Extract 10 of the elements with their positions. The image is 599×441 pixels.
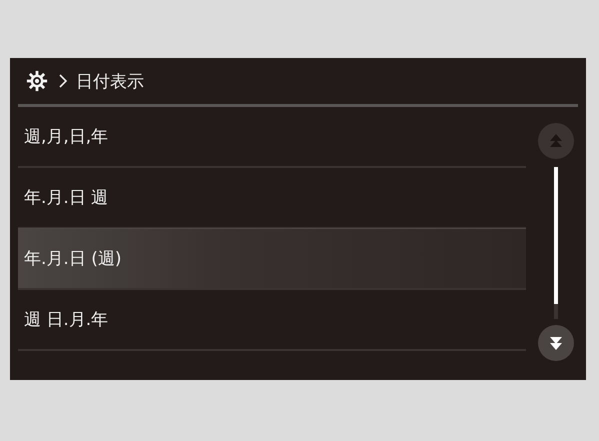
settings-icon (26, 70, 48, 92)
scrollbar[interactable] (554, 167, 558, 319)
list-item[interactable]: 年.月.日 (週) (18, 228, 526, 290)
scroll-down-button[interactable] (538, 325, 574, 361)
screen-title: 日付表示 (76, 70, 144, 92)
double-triangle-down-icon (549, 335, 563, 351)
chevron-icon (58, 73, 68, 89)
list-item[interactable]: 週,月,日,年 (18, 107, 526, 168)
double-triangle-up-icon (549, 133, 563, 149)
list-item[interactable]: 週 日.月.年 (18, 290, 526, 351)
